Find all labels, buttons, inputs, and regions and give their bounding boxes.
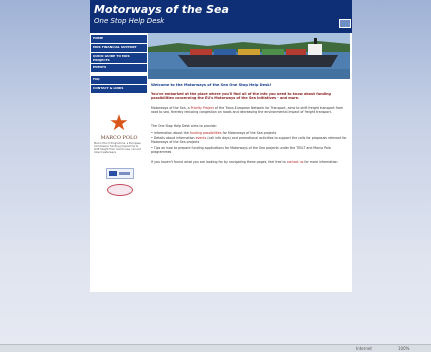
partner-logo-icon[interactable] — [107, 184, 133, 196]
marco-polo-star-icon[interactable]: ★ — [108, 113, 130, 135]
site-header: Motorways of the Sea One Stop Help Desk — [90, 0, 352, 33]
bullet-events: • Details about information events (call… — [151, 136, 347, 144]
nav-item-faq[interactable]: FAQ — [91, 76, 147, 85]
contact-paragraph: If you haven't found what you are lookin… — [151, 160, 339, 164]
nav-item-home[interactable]: HOME — [91, 35, 147, 44]
nav-item-financial-support[interactable]: MOS FINANCIAL SUPPORT — [91, 44, 147, 53]
web-page: Motorways of the Sea One Stop Help Desk … — [90, 0, 352, 292]
intro-text: You've embarked at the place where you'l… — [151, 92, 331, 100]
ten-t-logo-icon[interactable] — [106, 168, 134, 179]
site-subtitle: One Stop Help Desk — [94, 17, 165, 25]
sidebar: HOME MOS FINANCIAL SUPPORT QUICK GUIDE T… — [90, 33, 148, 292]
contact-us-link[interactable]: contact us — [287, 160, 304, 164]
bullet-tips: • Tips on how to prepare funding applica… — [151, 146, 331, 154]
welcome-heading: Welcome to the Motorways of the Sea One … — [151, 83, 272, 87]
marco-polo-logo-text[interactable]: MARCO POLO — [90, 135, 148, 141]
bullet-funding: • Information about the funding possibil… — [151, 131, 277, 135]
nav-item-contact-links[interactable]: CONTACT & LINKS — [91, 85, 147, 94]
nav-item-events[interactable]: EVENTS — [91, 64, 147, 73]
help-desk-intro: The One Stop Help Desk aims to provide: — [151, 124, 217, 128]
hero-ship-image — [148, 33, 350, 79]
eu-flag-icon — [339, 19, 351, 28]
browser-viewport: Motorways of the Sea One Stop Help Desk … — [0, 0, 431, 344]
mos-description: Motorways of the Sea, a Priority Project… — [151, 106, 344, 114]
nav-item-quick-guide[interactable]: QUICK GUIDE TO MOS PROJECTS — [91, 53, 147, 64]
marco-polo-blurb: Marco Polo II Programme: a European Comm… — [94, 142, 141, 154]
funding-possibilities-link[interactable]: funding possibilities — [190, 131, 222, 135]
site-title[interactable]: Motorways of the Sea — [94, 4, 229, 16]
